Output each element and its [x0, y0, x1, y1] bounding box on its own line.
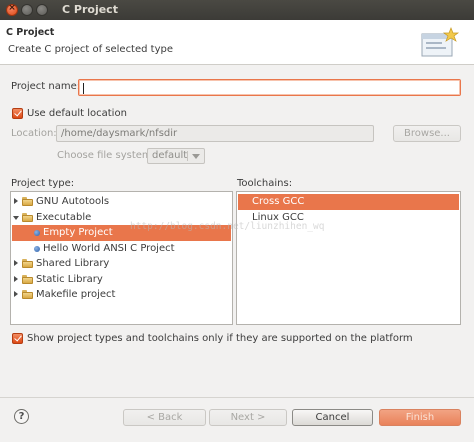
project-type-tree[interactable]: GNU Autotools Executable Empty Project H…	[10, 191, 233, 325]
window-maximize-button[interactable]	[36, 4, 48, 16]
expand-arrow-icon[interactable]	[14, 260, 18, 266]
wizard-page-title: C Project	[6, 27, 55, 38]
browse-button[interactable]: Browse...	[393, 125, 461, 142]
tree-item-shared-library[interactable]: Shared Library	[12, 256, 231, 272]
folder-icon	[22, 274, 33, 284]
tree-item-label: Empty Project	[43, 227, 113, 238]
file-system-label: Choose file system:	[57, 150, 156, 161]
folder-icon	[22, 212, 33, 222]
chevron-down-icon	[192, 154, 200, 159]
tree-item-gnu-autotools[interactable]: GNU Autotools	[12, 194, 231, 210]
location-input[interactable]: /home/daysmark/nfsdir	[56, 125, 374, 142]
next-button[interactable]: Next >	[209, 409, 287, 426]
expand-arrow-icon[interactable]	[14, 198, 18, 204]
project-template-icon	[34, 230, 40, 236]
collapse-arrow-icon[interactable]	[13, 215, 19, 220]
wizard-page-description: Create C project of selected type	[8, 44, 173, 55]
window-titlebar: × C Project	[0, 0, 474, 20]
folder-icon	[22, 290, 33, 299]
show-supported-only-checkbox[interactable]	[12, 333, 23, 344]
tree-item-label: Shared Library	[36, 258, 110, 269]
text-caret	[83, 83, 84, 94]
window-close-button[interactable]: ×	[6, 3, 18, 16]
footer-divider	[0, 397, 474, 398]
window-minimize-button[interactable]	[21, 4, 33, 16]
tree-item-label: Static Library	[36, 273, 103, 285]
tree-item-label: Makefile project	[36, 289, 116, 300]
toolchains-list[interactable]: Cross GCC Linux GCC	[236, 191, 461, 325]
use-default-location-checkbox[interactable]	[12, 108, 23, 119]
tree-item-label: GNU Autotools	[36, 196, 110, 207]
location-label: Location:	[11, 128, 57, 139]
tree-item-hello-world-ansi-c[interactable]: Hello World ANSI C Project	[12, 241, 231, 257]
cancel-button[interactable]: Cancel	[292, 409, 373, 426]
toolchain-item-label: Cross GCC	[252, 196, 305, 207]
toolchain-item-cross-gcc[interactable]: Cross GCC	[238, 194, 459, 210]
use-default-location-label: Use default location	[27, 108, 127, 119]
tree-item-label: Executable	[36, 211, 92, 223]
project-name-input[interactable]	[78, 79, 461, 96]
toolchains-label: Toolchains:	[237, 178, 293, 189]
folder-icon	[22, 259, 33, 268]
project-name-label: Project name:	[11, 81, 81, 92]
watermark-text: http://blog.csdn.net/liunzhihen_wq	[130, 221, 325, 232]
show-supported-only-label: Show project types and toolchains only i…	[27, 333, 413, 344]
expand-arrow-icon[interactable]	[14, 291, 18, 297]
tree-item-static-library[interactable]: Static Library	[12, 272, 231, 288]
new-project-wizard-icon	[421, 27, 460, 57]
location-value: /home/daysmark/nfsdir	[61, 128, 178, 139]
back-button[interactable]: < Back	[123, 409, 206, 426]
tree-item-label: Hello World ANSI C Project	[43, 242, 175, 254]
close-icon: ×	[8, 3, 16, 13]
finish-button[interactable]: Finish	[379, 409, 461, 426]
help-icon[interactable]: ?	[14, 409, 29, 424]
project-template-icon	[34, 245, 40, 252]
wizard-header: C Project Create C project of selected t…	[0, 20, 474, 65]
folder-icon	[22, 197, 33, 206]
project-type-label: Project type:	[11, 178, 75, 189]
file-system-select[interactable]: default	[147, 148, 205, 164]
expand-arrow-icon[interactable]	[14, 275, 18, 282]
window-title: C Project	[62, 3, 118, 16]
tree-item-makefile-project[interactable]: Makefile project	[12, 287, 231, 303]
file-system-value: default	[152, 150, 188, 161]
